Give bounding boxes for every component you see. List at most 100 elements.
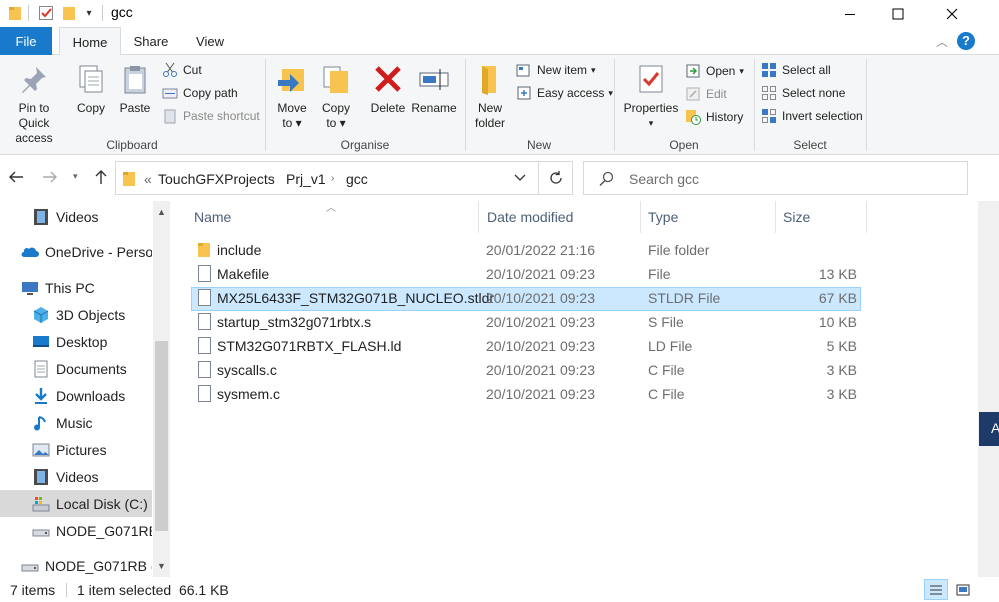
copy-button[interactable]: Copy xyxy=(70,63,112,116)
nav-item-pictures[interactable]: Pictures xyxy=(0,436,152,463)
pin-to-quick-access-button[interactable]: Pin to Quick access xyxy=(2,63,66,146)
nav-item-videos[interactable]: Videos xyxy=(0,203,152,230)
breadcrumb-gcc[interactable]: gcc xyxy=(346,171,368,187)
tab-home[interactable]: Home xyxy=(59,27,121,56)
paste-button[interactable]: Paste xyxy=(114,63,156,116)
nav-item-videos-2[interactable]: Videos xyxy=(0,463,152,490)
rename-icon xyxy=(419,69,449,90)
tab-share[interactable]: Share xyxy=(125,27,177,55)
address-dropdown-icon[interactable] xyxy=(514,174,526,182)
column-divider[interactable] xyxy=(478,201,479,233)
delete-button[interactable]: Delete xyxy=(368,63,408,116)
column-header-date[interactable]: Date modified xyxy=(487,201,573,233)
properties-button[interactable]: Properties ▾ xyxy=(620,63,682,131)
onedrive-icon xyxy=(21,247,39,257)
copy-path-icon xyxy=(162,88,178,99)
edit-button[interactable]: Edit xyxy=(685,84,727,104)
nav-item-onedrive[interactable]: OneDrive - Person xyxy=(0,238,152,265)
column-header-name[interactable]: Name xyxy=(194,201,231,233)
table-row[interactable]: include 20/01/2022 21:16 File folder xyxy=(191,239,861,263)
table-row-selected[interactable]: MX25L6433F_STM32G071B_NUCLEO.stldr 20/10… xyxy=(191,287,861,311)
table-row[interactable]: STM32G071RBTX_FLASH.ld 20/10/2021 09:23 … xyxy=(191,335,861,359)
table-row[interactable]: startup_stm32g071rbtx.s 20/10/2021 09:23… xyxy=(191,311,861,335)
address-bar[interactable]: « TouchGFXProjects › Prj_v1 › gcc xyxy=(115,161,539,195)
back-icon[interactable] xyxy=(8,170,24,184)
new-folder-quick-icon[interactable] xyxy=(60,3,78,23)
refresh-button[interactable] xyxy=(539,161,573,195)
column-divider[interactable] xyxy=(640,201,641,233)
column-header-size[interactable]: Size xyxy=(783,201,810,233)
copy-to-button[interactable]: Copy to ▾ xyxy=(316,63,356,131)
file-date: 20/01/2022 21:16 xyxy=(486,242,595,258)
nav-item-music[interactable]: Music xyxy=(0,409,152,436)
recent-locations-icon[interactable]: ▾ xyxy=(73,171,78,182)
forward-icon[interactable] xyxy=(42,170,58,184)
scroll-up-icon[interactable]: ▲ xyxy=(157,207,166,217)
table-row[interactable]: syscalls.c 20/10/2021 09:23 C File 3 KB xyxy=(191,359,861,383)
nav-item-this-pc[interactable]: This PC xyxy=(0,274,152,301)
search-box[interactable]: Search gcc xyxy=(583,161,968,195)
nav-item-documents[interactable]: Documents xyxy=(0,355,152,382)
breadcrumb-separator-icon[interactable]: › xyxy=(331,173,334,184)
scissors-icon xyxy=(163,62,177,77)
rename-button[interactable]: Rename xyxy=(411,63,457,116)
cut-button[interactable]: Cut xyxy=(162,60,202,80)
navigation-scrollbar[interactable]: ▲ ▼ xyxy=(153,201,170,577)
breadcrumb-overflow[interactable]: « xyxy=(144,171,152,187)
minimize-button[interactable] xyxy=(824,0,876,27)
details-view-icon[interactable] xyxy=(924,579,948,600)
nav-item-3d-objects[interactable]: 3D Objects xyxy=(0,301,152,328)
invert-selection-label: Invert selection xyxy=(782,109,863,123)
edit-icon xyxy=(686,87,700,101)
breadcrumb-separator-icon[interactable]: › xyxy=(271,173,274,184)
edit-label: Edit xyxy=(706,87,727,101)
properties-quick-icon[interactable] xyxy=(36,3,56,23)
file-name: STM32G071RBTX_FLASH.ld xyxy=(217,338,402,354)
tab-view[interactable]: View xyxy=(184,27,236,55)
open-button[interactable]: Open ▾ xyxy=(685,61,744,81)
new-folder-label-1: New xyxy=(477,101,502,115)
breadcrumb-touchgfxprojects[interactable]: TouchGFXProjects xyxy=(158,171,275,187)
videos-icon xyxy=(34,468,48,485)
file-icon xyxy=(198,313,211,330)
easy-access-button[interactable]: Easy access ▾ xyxy=(516,83,613,103)
file-icon xyxy=(198,361,211,378)
customize-quick-access-icon[interactable]: ▾ xyxy=(82,3,96,23)
paste-shortcut-button[interactable]: Paste shortcut xyxy=(162,106,260,126)
column-header-type[interactable]: Type xyxy=(648,201,678,233)
open-group-label: Open xyxy=(669,138,699,152)
scroll-down-icon[interactable]: ▼ xyxy=(157,561,166,571)
drive-icon xyxy=(21,564,39,571)
up-icon[interactable] xyxy=(94,169,108,185)
large-icons-view-icon[interactable] xyxy=(951,579,975,600)
scrollbar-thumb[interactable] xyxy=(155,341,168,531)
maximize-button[interactable] xyxy=(872,0,924,27)
breadcrumb-prj-v1[interactable]: Prj_v1 xyxy=(286,171,326,187)
close-button[interactable] xyxy=(926,0,978,27)
column-divider[interactable] xyxy=(866,201,867,233)
new-item-button[interactable]: New item ▾ xyxy=(516,60,596,80)
nav-item-node-drive[interactable]: NODE_G071RB ( xyxy=(0,517,152,544)
move-to-button[interactable]: Move to ▾ xyxy=(272,63,312,131)
nav-item-downloads[interactable]: Downloads xyxy=(0,382,152,409)
table-row[interactable]: Makefile 20/10/2021 09:23 File 13 KB xyxy=(191,263,861,287)
collapse-ribbon-icon[interactable]: ︿ xyxy=(936,33,948,50)
select-none-button[interactable]: Select none xyxy=(761,83,845,103)
nav-item-node-drive-d[interactable]: NODE_G071RB (D xyxy=(0,552,152,577)
invert-selection-button[interactable]: Invert selection xyxy=(761,106,863,126)
help-icon[interactable]: ? xyxy=(957,32,975,50)
new-folder-button[interactable]: New folder xyxy=(470,63,510,131)
column-divider[interactable] xyxy=(775,201,776,233)
table-row[interactable]: sysmem.c 20/10/2021 09:23 C File 3 KB xyxy=(191,383,861,407)
nav-item-local-disk[interactable]: Local Disk (C:) xyxy=(0,490,152,517)
pictures-icon xyxy=(32,443,50,456)
disk-icon xyxy=(32,496,50,511)
select-all-button[interactable]: Select all xyxy=(761,60,831,80)
nav-item-desktop[interactable]: Desktop xyxy=(0,328,152,355)
tab-file[interactable]: File xyxy=(0,27,52,55)
open-label: Open xyxy=(706,64,736,78)
copy-path-button[interactable]: Copy path xyxy=(162,83,238,103)
file-name: include xyxy=(217,242,262,258)
history-button[interactable]: History xyxy=(685,107,743,127)
file-type: LD File xyxy=(648,338,693,354)
